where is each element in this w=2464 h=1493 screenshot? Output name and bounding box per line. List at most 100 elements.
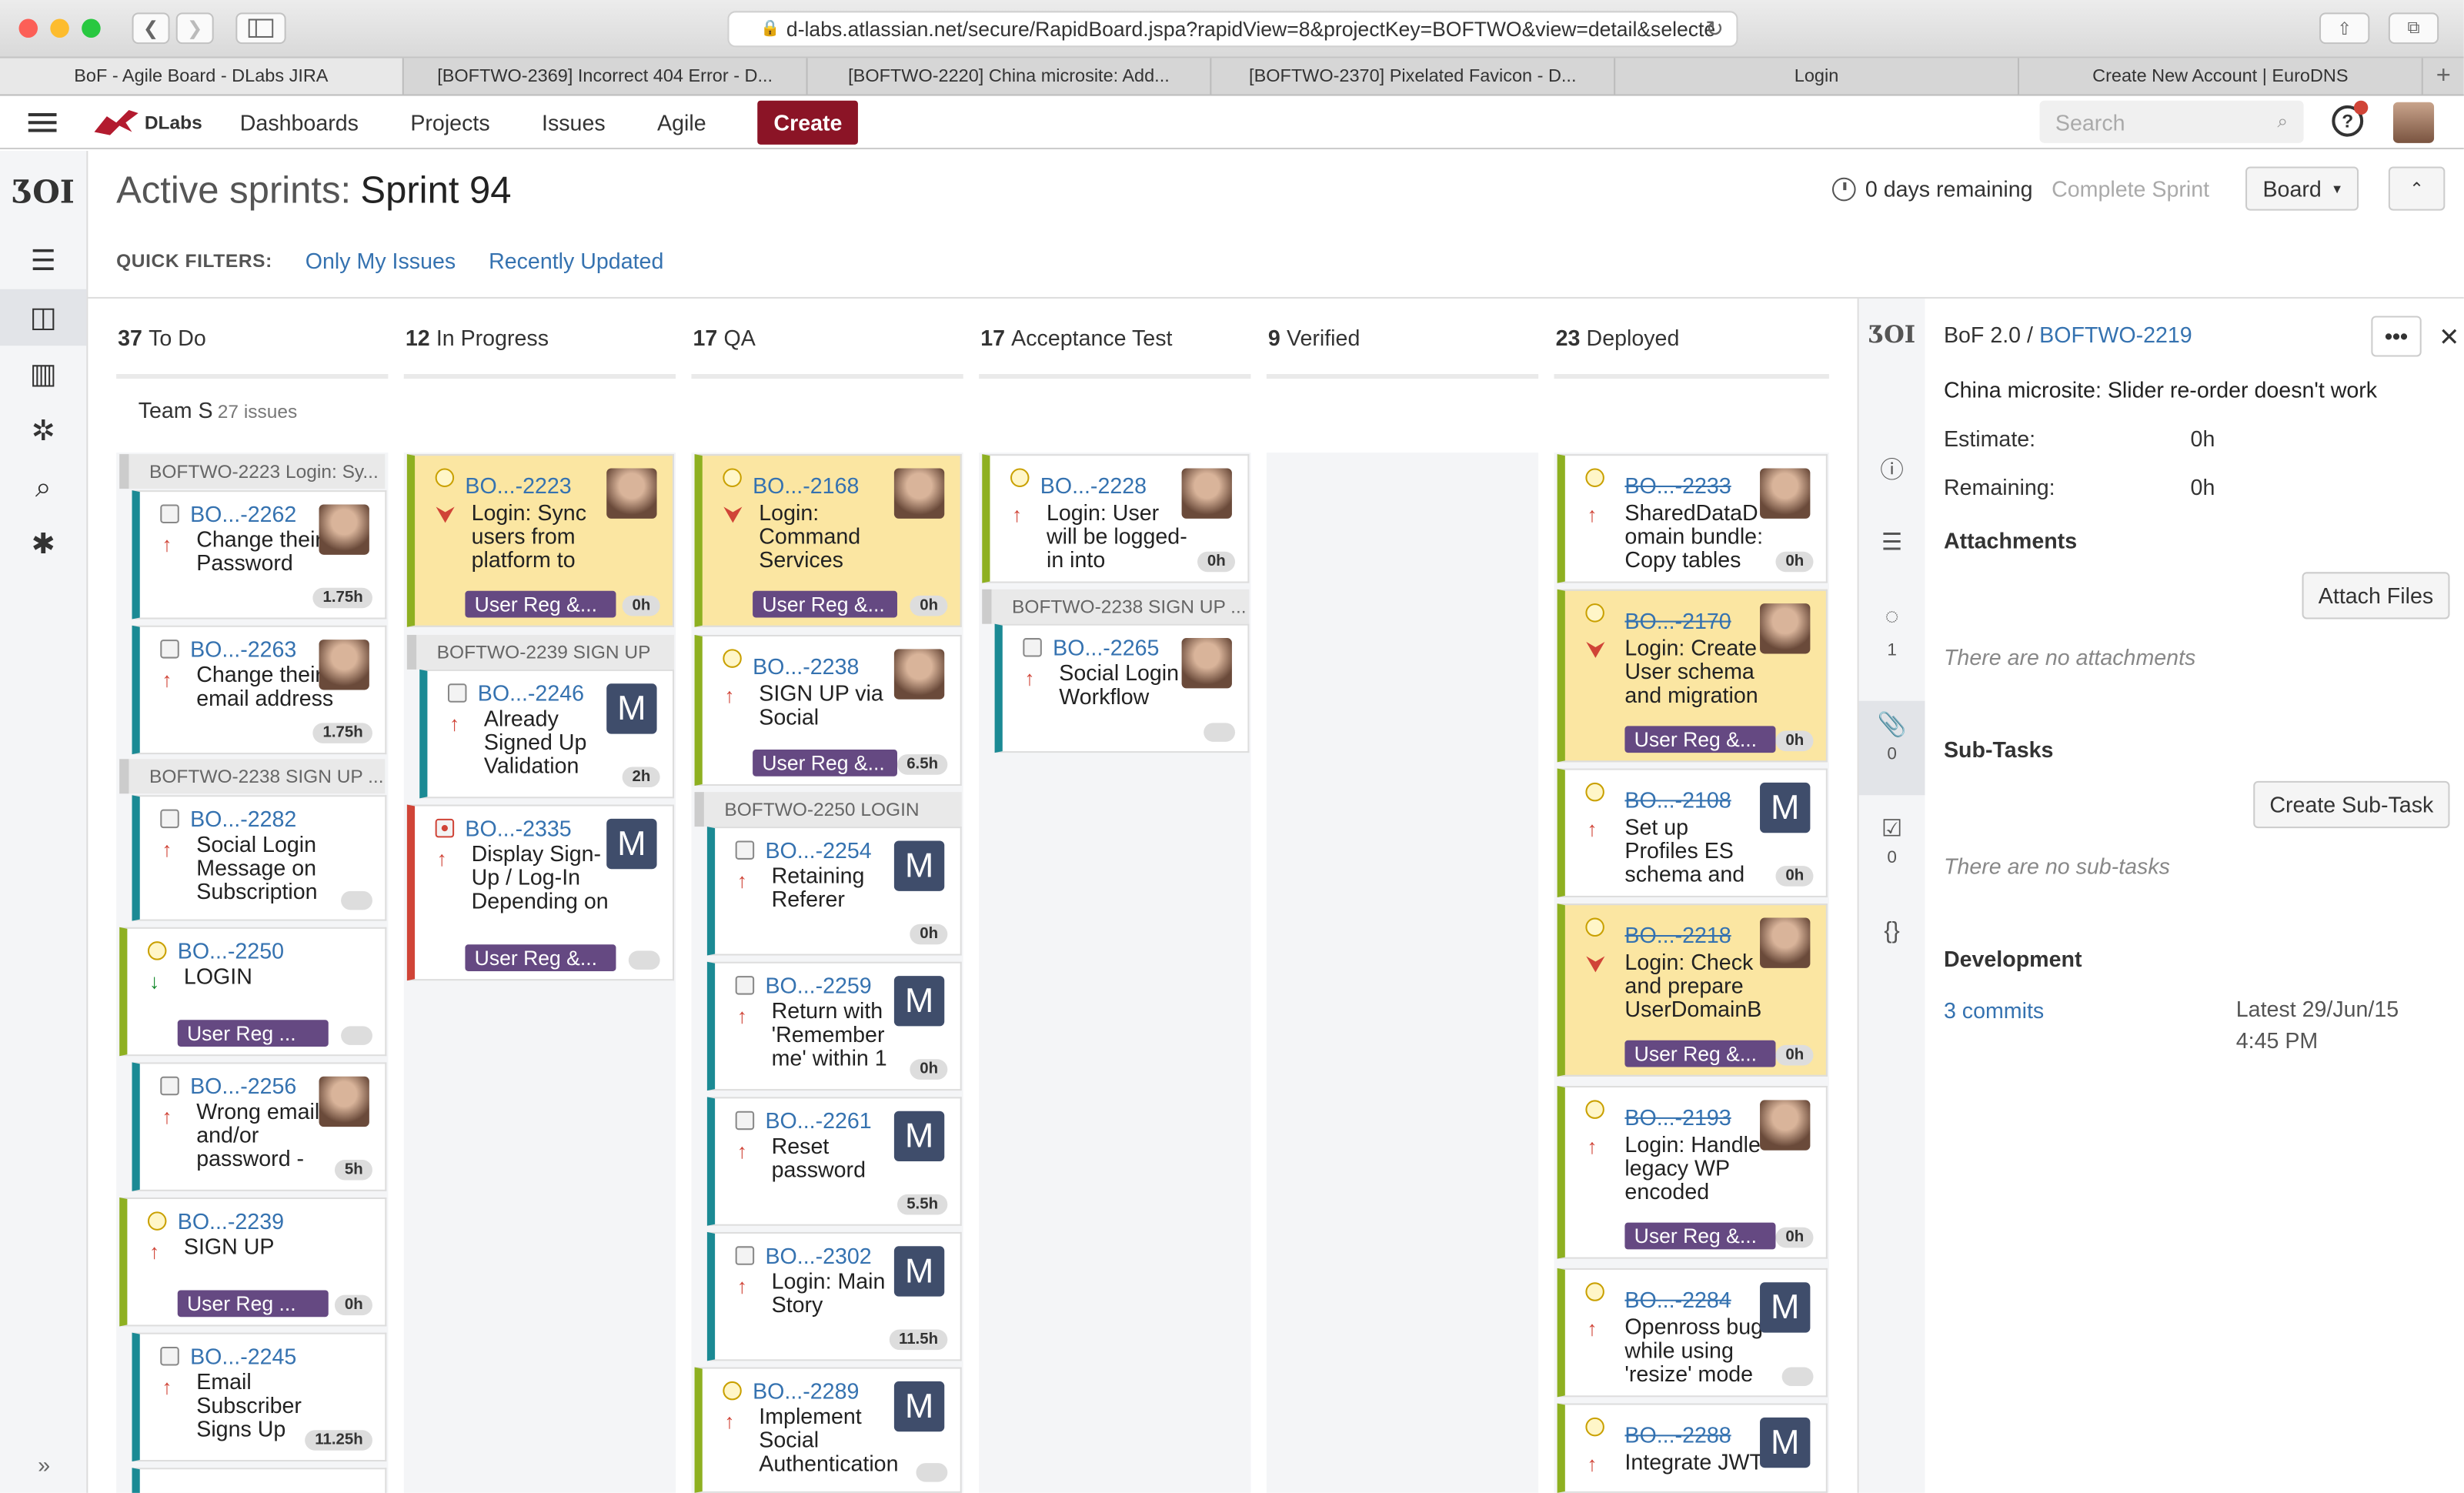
help-icon[interactable]: ? — [2332, 100, 2369, 137]
browser-tab[interactable]: BoF - Agile Board - DLabs JIRA — [0, 58, 404, 95]
issue-card[interactable]: BO...-2284 ↑ Openross bug while using 'r… — [1557, 1268, 1828, 1398]
issue-key[interactable]: BO...-2168 — [753, 473, 859, 499]
issue-card[interactable]: BO...-2239 ↑ SIGN UP User Reg ... 0h — [119, 1197, 387, 1327]
components-icon[interactable]: ✲ — [0, 402, 86, 459]
issue-card[interactable]: BO...-2246 ↑ Already Signed Up Validatio… — [419, 669, 675, 799]
project-name[interactable]: BoF 2.0 / — [1944, 322, 2033, 348]
browser-tab[interactable]: [BOFTWO-2370] Pixelated Favicon - D... — [1211, 58, 1616, 95]
info-icon[interactable]: ⓘ — [1859, 453, 1925, 486]
issue-card[interactable]: BO...-2289 ↑ Implement Social Authentica… — [694, 1367, 962, 1493]
reports-icon[interactable]: ▥ — [0, 346, 86, 402]
complete-sprint-link[interactable]: Complete Sprint — [2052, 176, 2209, 202]
issue-card[interactable] — [132, 1468, 387, 1493]
nav-agile[interactable]: Agile — [657, 109, 706, 135]
attach-files-button[interactable]: Attach Files — [2302, 572, 2450, 620]
user-avatar[interactable] — [2392, 102, 2435, 143]
parent-group-header[interactable]: BOFTWO-2238 SIGN UP ... — [119, 759, 386, 794]
reload-icon[interactable]: ↻ — [1705, 15, 1724, 42]
issue-key[interactable]: BO...-2245 — [190, 1344, 296, 1369]
issue-key-link[interactable]: BOFTWO-2219 — [2039, 322, 2192, 348]
issue-card[interactable]: BO...-2254 ↑ Retaining Referer M 0h — [706, 827, 962, 956]
parent-group-header[interactable]: BOFTWO-2238 SIGN UP ... — [982, 589, 1250, 624]
issue-key[interactable]: BO...-2239 — [178, 1208, 284, 1234]
issue-card[interactable]: BO...-2193 ↑ Login: Handle legacy WP enc… — [1557, 1086, 1828, 1259]
expand-sidebar-icon[interactable]: » — [0, 1452, 88, 1478]
issue-key[interactable]: BO...-2170 — [1624, 608, 1731, 633]
epic-label[interactable]: User Reg &... — [1624, 1040, 1776, 1067]
issue-key[interactable]: BO...-2261 — [765, 1108, 871, 1134]
new-tab-button[interactable]: + — [2423, 58, 2464, 95]
remaining-value[interactable]: 0h — [2191, 475, 2215, 500]
epic-label[interactable]: User Reg ... — [177, 1290, 329, 1318]
issue-card[interactable]: BO...-2256 ↑ Wrong email and/or password… — [132, 1062, 387, 1191]
epic-label[interactable]: User Reg &... — [1624, 1222, 1776, 1250]
issue-key[interactable]: BO...-2218 — [1624, 923, 1731, 948]
description-icon[interactable]: ☰ — [1859, 528, 1925, 556]
issue-card[interactable]: BO...-2262 ↑ Change their Password 1.75h — [132, 490, 387, 620]
issue-card[interactable]: BO...-2223 ⮟ Login: Sync users from plat… — [406, 454, 675, 627]
issue-key[interactable]: BO...-2250 — [178, 938, 284, 964]
address-bar[interactable]: 🔒 d-labs.atlassian.net/secure/RapidBoard… — [727, 11, 1738, 48]
active-sprints-icon[interactable]: ◫ — [0, 289, 87, 346]
close-icon[interactable]: ✕ — [2439, 322, 2459, 354]
menu-icon[interactable] — [28, 112, 57, 132]
forward-button[interactable]: ❯ — [175, 12, 214, 45]
issue-key[interactable]: BO...-2108 — [1624, 787, 1731, 813]
issue-key[interactable]: BO...-2238 — [753, 653, 859, 679]
browser-tab[interactable]: [BOFTWO-2220] China microsite: Add... — [808, 58, 1212, 95]
issue-card[interactable]: BO...-2288 ↑ Integrate JWT M — [1557, 1403, 1828, 1493]
issue-card[interactable]: BO...-2233 ↑ SharedDataD omain bundle: C… — [1557, 454, 1828, 583]
browser-tab[interactable]: [BOFTWO-2369] Incorrect 404 Error - D... — [404, 58, 808, 95]
issue-card[interactable]: BO...-2168 ⮟ Login: Command Services Use… — [694, 454, 962, 627]
browser-tab[interactable]: Login — [1615, 58, 2019, 95]
epic-label[interactable]: User Reg &... — [465, 590, 616, 618]
swimlane-header[interactable]: Team S 27 issues — [139, 398, 298, 423]
project-avatar-icon[interactable]: ƷOI — [0, 151, 86, 232]
issue-key[interactable]: BO...-2263 — [190, 636, 296, 662]
issue-card[interactable]: BO...-2265 ↑ Social Login Workflow — [994, 623, 1250, 753]
epic-label[interactable]: User Reg &... — [465, 944, 616, 971]
issue-card[interactable]: BO...-2250 ↓ LOGIN User Reg ... — [119, 927, 387, 1057]
zoom-window-button[interactable] — [82, 18, 101, 38]
issue-key[interactable]: BO...-2288 — [1624, 1422, 1731, 1448]
filter-recently-updated[interactable]: Recently Updated — [489, 249, 663, 274]
dlabs-logo[interactable]: DLabs — [91, 106, 202, 138]
issue-key[interactable]: BO...-2262 — [190, 501, 296, 526]
issue-card[interactable]: BO...-2245 ↑ Email Subscriber Signs Up 1… — [132, 1332, 387, 1462]
browser-tab[interactable]: Create New Account | EuroDNS — [2019, 58, 2423, 95]
issue-key[interactable]: BO...-2282 — [190, 807, 296, 832]
issue-key[interactable]: BO...-2246 — [478, 680, 584, 706]
issue-key[interactable]: BO...-2335 — [465, 816, 571, 841]
epic-label[interactable]: User Reg ... — [177, 1020, 329, 1047]
commits-link[interactable]: 3 commits — [1944, 998, 2044, 1024]
issue-card[interactable]: BO...-2259 ↑ Return with 'Remember me' w… — [706, 961, 962, 1091]
back-button[interactable]: ❮ — [132, 12, 170, 45]
issue-card[interactable]: BO...-2170 ⮟ Login: Create User schema a… — [1557, 589, 1828, 763]
nav-issues[interactable]: Issues — [542, 109, 606, 135]
parent-group-header[interactable]: BOFTWO-2223 Login: Sy... — [119, 454, 386, 489]
issue-card[interactable]: BO...-2218 ⮟ Login: Check and prepare Us… — [1557, 903, 1828, 1077]
development-icon[interactable]: {} — [1859, 918, 1925, 945]
issue-card[interactable]: BO...-2302 ↑ Login: Main Story M 11.5h — [706, 1231, 962, 1361]
issue-card[interactable]: BO...-2261 ↑ Reset password M 5.5h — [706, 1097, 962, 1226]
collapse-header-button[interactable]: ⌃ — [2388, 166, 2446, 211]
issue-key[interactable]: BO...-2259 — [765, 973, 871, 998]
minimize-window-button[interactable] — [50, 18, 69, 38]
backlog-icon[interactable]: ☰ — [0, 232, 86, 289]
subtasks-icon[interactable]: ☑ — [1859, 814, 1925, 843]
sidebar-toggle-icon[interactable] — [235, 12, 286, 45]
issue-card[interactable]: BO...-2108 ↑ Set up Profiles ES schema a… — [1557, 768, 1828, 897]
epic-label[interactable]: User Reg &... — [1624, 726, 1776, 753]
comments-icon[interactable]: ◌ — [1859, 603, 1925, 630]
issue-card[interactable]: BO...-2228 ↑ Login: User will be logged-… — [982, 454, 1250, 583]
issue-key[interactable]: BO...-2289 — [753, 1378, 859, 1404]
create-button[interactable]: Create — [758, 99, 858, 144]
filter-only-my-issues[interactable]: Only My Issues — [305, 249, 456, 274]
issue-card[interactable]: BO...-2335 ↑ Display Sign-Up / Log-In De… — [406, 804, 675, 981]
issue-card[interactable]: BO...-2263 ↑ Change their email address … — [132, 625, 387, 755]
parent-group-header[interactable]: BOFTWO-2250 LOGIN — [694, 792, 962, 827]
estimate-value[interactable]: 0h — [2191, 426, 2215, 451]
tabs-overview-icon[interactable]: ⧉ — [2388, 12, 2439, 45]
epic-label[interactable]: User Reg &... — [753, 590, 897, 618]
create-subtask-button[interactable]: Create Sub-Task — [2253, 780, 2450, 829]
